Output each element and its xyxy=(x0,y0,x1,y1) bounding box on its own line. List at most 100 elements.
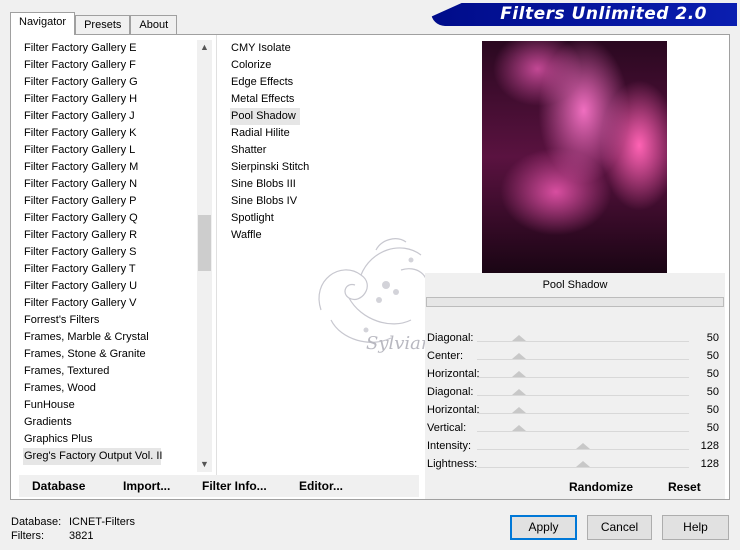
filter-item[interactable]: Radial Hilite xyxy=(230,125,410,142)
slider-track[interactable] xyxy=(477,359,689,360)
filter-info-button[interactable]: Filter Info... xyxy=(202,479,267,493)
parameter-row: Horizontal: 50 xyxy=(425,365,725,383)
category-item[interactable]: Filter Factory Gallery S xyxy=(23,244,203,261)
parameter-label: Diagonal: xyxy=(427,386,474,398)
tab-navigator[interactable]: Navigator xyxy=(10,12,76,35)
category-item[interactable]: Filter Factory Gallery E xyxy=(23,40,203,57)
category-item[interactable]: Filter Factory Gallery K xyxy=(23,125,203,142)
cancel-button[interactable]: Cancel xyxy=(587,515,652,540)
parameter-label: Lightness: xyxy=(427,458,478,470)
editor-button[interactable]: Editor... xyxy=(299,479,343,493)
filter-item[interactable]: CMY Isolate xyxy=(230,40,410,57)
column-divider xyxy=(216,35,217,475)
app-title: Filters Unlimited 2.0 xyxy=(500,4,707,24)
status-database-label: Database: xyxy=(11,516,62,528)
progress-bar xyxy=(426,297,724,307)
database-button[interactable]: Database xyxy=(32,479,85,493)
parameter-label: Vertical: xyxy=(427,422,467,434)
slider-thumb[interactable] xyxy=(511,407,526,413)
category-item[interactable]: Filter Factory Gallery V xyxy=(23,295,203,312)
parameter-row: Diagonal: 50 xyxy=(425,383,725,401)
status-database: Database: ICNET-Filters xyxy=(11,516,135,528)
category-item[interactable]: Filter Factory Gallery J xyxy=(23,108,203,125)
category-item[interactable]: Forrest's Filters xyxy=(23,312,203,329)
scroll-up-icon[interactable]: ▲ xyxy=(197,40,212,55)
slider-thumb[interactable] xyxy=(511,371,526,377)
category-item[interactable]: Filter Factory Gallery G xyxy=(23,74,203,91)
category-item[interactable]: Filter Factory Gallery L xyxy=(23,142,203,159)
parameter-value: 50 xyxy=(706,332,719,344)
tab-presets[interactable]: Presets xyxy=(75,15,131,35)
category-item[interactable]: Filter Factory Gallery H xyxy=(23,91,203,108)
category-item[interactable]: Filter Factory Gallery Q xyxy=(23,210,203,227)
category-item[interactable]: Filter Factory Gallery R xyxy=(23,227,203,244)
current-filter-name: Pool Shadow xyxy=(542,279,608,291)
reset-button[interactable]: Reset xyxy=(668,480,701,494)
parameter-row: Diagonal: 50 xyxy=(425,329,725,347)
category-list[interactable]: Filter Factory Gallery E Filter Factory G… xyxy=(23,40,203,472)
category-item[interactable]: Filter Factory Gallery P xyxy=(23,193,203,210)
slider-thumb[interactable] xyxy=(576,461,591,467)
status-filters-label: Filters: xyxy=(11,530,44,542)
help-button[interactable]: Help xyxy=(662,515,729,540)
filter-item[interactable]: Spotlight xyxy=(230,210,410,227)
slider-track[interactable] xyxy=(477,377,689,378)
parameter-value: 128 xyxy=(700,458,719,470)
apply-button[interactable]: Apply xyxy=(510,515,577,540)
parameter-row: Lightness: 128 xyxy=(425,455,725,473)
status-filters: Filters: 3821 xyxy=(11,530,93,542)
filter-item[interactable]: Colorize xyxy=(230,57,410,74)
parameter-label: Intensity: xyxy=(427,440,472,452)
category-item[interactable]: Graphics Plus xyxy=(23,431,203,448)
parameter-label: Center: xyxy=(427,350,464,362)
category-item[interactable]: Frames, Marble & Crystal xyxy=(23,329,203,346)
parameter-row: Intensity: 128 xyxy=(425,437,725,455)
category-item[interactable]: Gradients xyxy=(23,414,203,431)
filter-item[interactable]: Sine Blobs III xyxy=(230,176,410,193)
category-item[interactable]: Frames, Textured xyxy=(23,363,203,380)
tab-strip: Navigator Presets About xyxy=(10,12,178,35)
slider-thumb[interactable] xyxy=(511,389,526,395)
filter-item[interactable]: Pool Shadow xyxy=(230,108,300,125)
randomize-button[interactable]: Randomize xyxy=(569,480,633,494)
slider-thumb[interactable] xyxy=(511,425,526,431)
navigator-panel: Filter Factory Gallery E Filter Factory G… xyxy=(10,34,730,500)
slider-track[interactable] xyxy=(477,431,689,432)
category-item[interactable]: Filter Factory Gallery M xyxy=(23,159,203,176)
parameter-label: Diagonal: xyxy=(427,332,474,344)
category-item[interactable]: Filter Factory Gallery U xyxy=(23,278,203,295)
filter-preview-image xyxy=(482,41,667,273)
slider-track[interactable] xyxy=(477,395,689,396)
category-scrollbar[interactable]: ▲ ▼ xyxy=(197,40,212,472)
import-button[interactable]: Import... xyxy=(123,479,170,493)
slider-thumb[interactable] xyxy=(576,443,591,449)
slider-track[interactable] xyxy=(477,467,689,468)
parameter-value: 50 xyxy=(706,368,719,380)
filter-item[interactable]: Sierpinski Stitch xyxy=(230,159,410,176)
filter-item[interactable]: Metal Effects xyxy=(230,91,410,108)
slider-thumb[interactable] xyxy=(511,335,526,341)
slider-track[interactable] xyxy=(477,449,689,450)
scrollbar-thumb[interactable] xyxy=(198,215,211,271)
slider-track[interactable] xyxy=(477,413,689,414)
slider-thumb[interactable] xyxy=(511,353,526,359)
parameter-row: Horizontal: 50 xyxy=(425,401,725,419)
parameter-value: 50 xyxy=(706,422,719,434)
tab-about[interactable]: About xyxy=(130,15,178,35)
parameter-value: 50 xyxy=(706,386,719,398)
category-item[interactable]: Filter Factory Gallery F xyxy=(23,57,203,74)
parameter-sliders: Diagonal: 50 Center: 50 Horizontal: 50 Diagona… xyxy=(425,329,725,473)
category-item[interactable]: Filter Factory Gallery T xyxy=(23,261,203,278)
filter-item[interactable]: Shatter xyxy=(230,142,410,159)
filter-item[interactable]: Sine Blobs IV xyxy=(230,193,410,210)
scroll-down-icon[interactable]: ▼ xyxy=(197,457,212,472)
slider-track[interactable] xyxy=(477,341,689,342)
category-item[interactable]: Filter Factory Gallery N xyxy=(23,176,203,193)
parameter-label: Horizontal: xyxy=(427,404,480,416)
category-item[interactable]: Frames, Wood xyxy=(23,380,203,397)
filter-item[interactable]: Edge Effects xyxy=(230,74,410,91)
status-filters-value: 3821 xyxy=(69,530,94,542)
category-item[interactable]: Greg's Factory Output Vol. II xyxy=(23,448,162,465)
category-item[interactable]: FunHouse xyxy=(23,397,203,414)
category-item[interactable]: Frames, Stone & Granite xyxy=(23,346,203,363)
